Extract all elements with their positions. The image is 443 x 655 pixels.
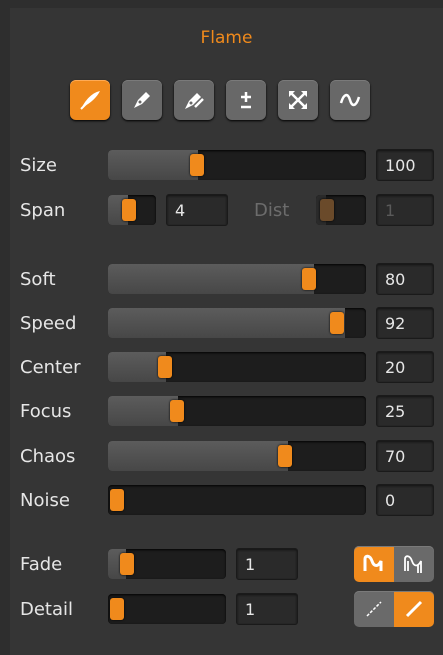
size-slider[interactable] <box>108 150 366 180</box>
soft-slider-fill <box>108 264 314 294</box>
center-slider[interactable] <box>108 352 366 382</box>
span-slider-thumb[interactable] <box>122 199 136 221</box>
noise-slider-thumb[interactable] <box>110 489 124 511</box>
detail-value-field[interactable]: 1 <box>236 593 298 625</box>
detail-mode-toggle <box>354 591 434 627</box>
fade-slider-thumb[interactable] <box>120 553 134 575</box>
speed-label: Speed <box>20 313 77 334</box>
chaos-label: Chaos <box>20 446 76 467</box>
pen-clone-icon <box>185 93 204 109</box>
pen-icon <box>134 92 150 108</box>
size-label: Size <box>20 155 57 176</box>
noise-slider[interactable] <box>108 485 366 515</box>
fade-mode-solid-button[interactable] <box>354 546 394 582</box>
expand-icon <box>289 91 307 109</box>
fade-value-field[interactable]: 1 <box>236 548 298 580</box>
plus-minus-icon <box>241 92 251 109</box>
wave-icon <box>339 93 361 107</box>
center-slider-thumb[interactable] <box>158 356 172 378</box>
size-slider-fill <box>108 150 198 180</box>
focus-value-field[interactable]: 25 <box>376 395 434 427</box>
focus-slider-thumb[interactable] <box>170 400 184 422</box>
thin-line-button[interactable] <box>354 591 394 627</box>
thick-line-icon <box>405 600 423 618</box>
dist-value-field[interactable]: 1 <box>376 194 434 226</box>
center-value-field[interactable]: 20 <box>376 351 434 383</box>
span-slider[interactable] <box>108 195 156 225</box>
span-value-field[interactable]: 4 <box>166 194 228 226</box>
panel-title: Flame <box>200 28 253 48</box>
soft-value-field[interactable]: 80 <box>376 263 434 295</box>
span-label: Span <box>20 200 66 221</box>
soft-slider[interactable] <box>108 264 366 294</box>
dist-label: Dist <box>254 200 290 221</box>
flame-brush-button[interactable] <box>70 80 110 120</box>
dist-slider-thumb[interactable] <box>320 199 334 221</box>
fade-slider[interactable] <box>108 549 226 579</box>
fade-mode-solid-icon <box>363 554 383 571</box>
plus-minus-button[interactable] <box>226 80 266 120</box>
noise-label: Noise <box>20 490 70 511</box>
detail-slider[interactable] <box>108 594 226 624</box>
thin-line-icon <box>366 601 382 617</box>
speed-slider[interactable] <box>108 308 366 338</box>
speed-slider-thumb[interactable] <box>330 312 344 334</box>
chaos-slider-fill <box>108 441 288 471</box>
thick-line-button[interactable] <box>394 591 434 627</box>
focus-slider-fill <box>108 396 178 426</box>
size-value-field[interactable]: 100 <box>376 149 434 181</box>
pen-button[interactable] <box>122 80 162 120</box>
soft-slider-thumb[interactable] <box>302 268 316 290</box>
size-slider-thumb[interactable] <box>190 154 204 176</box>
flame-brush-icon <box>80 91 100 110</box>
fade-mode-outline-icon <box>404 555 422 573</box>
detail-label: Detail <box>20 599 74 620</box>
dist-slider[interactable] <box>316 195 366 225</box>
focus-label: Focus <box>20 401 72 422</box>
chaos-slider-thumb[interactable] <box>278 445 292 467</box>
fade-label: Fade <box>20 554 63 575</box>
chaos-value-field[interactable]: 70 <box>376 440 434 472</box>
fade-mode-toggle <box>354 546 434 582</box>
expand-button[interactable] <box>278 80 318 120</box>
pen-clone-button[interactable] <box>174 80 214 120</box>
speed-slider-fill <box>108 308 345 338</box>
speed-value-field[interactable]: 92 <box>376 307 434 339</box>
fade-mode-outline-button[interactable] <box>394 546 434 582</box>
detail-slider-thumb[interactable] <box>110 598 124 620</box>
focus-slider[interactable] <box>108 396 366 426</box>
soft-label: Soft <box>20 269 56 290</box>
wave-button[interactable] <box>330 80 370 120</box>
noise-value-field[interactable]: 0 <box>376 484 434 516</box>
center-label: Center <box>20 357 81 378</box>
chaos-slider[interactable] <box>108 441 366 471</box>
